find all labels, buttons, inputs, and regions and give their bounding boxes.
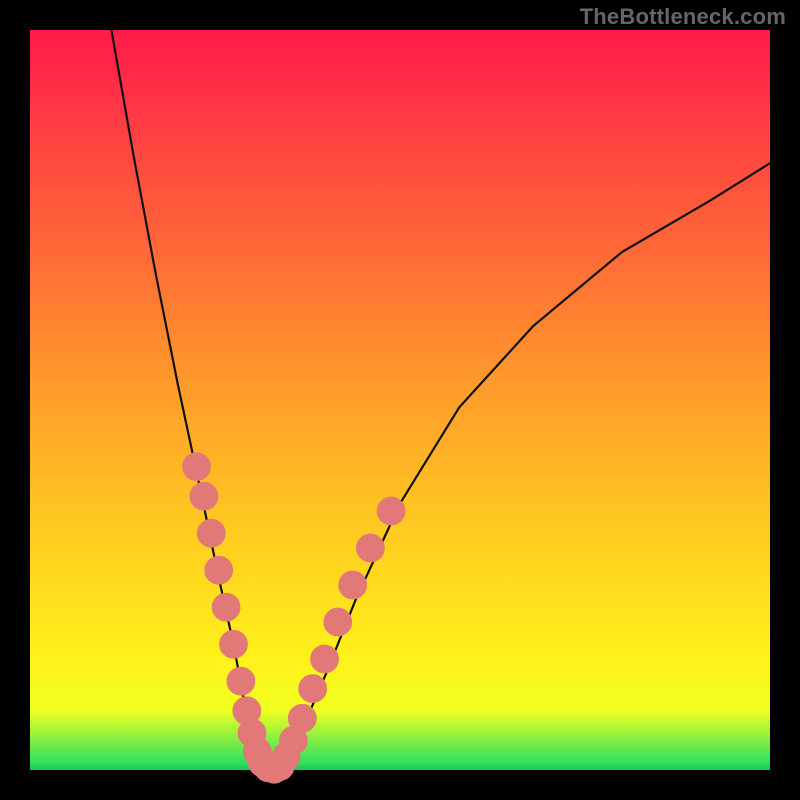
data-point [183,453,211,481]
curve-markers [183,453,405,783]
data-point [324,608,352,636]
data-point [220,630,248,658]
data-point [227,667,255,695]
data-point [311,645,339,673]
watermark: TheBottleneck.com [580,4,786,30]
curve-left [111,30,265,770]
data-point [212,593,240,621]
data-point [299,675,327,703]
data-point [190,482,218,510]
data-point [205,556,233,584]
data-point [357,534,385,562]
chart-svg [30,30,770,770]
curve-right [278,163,770,770]
data-point [197,519,225,547]
data-point [377,497,405,525]
data-point [339,571,367,599]
data-point [288,704,316,732]
plot-area [30,30,770,770]
